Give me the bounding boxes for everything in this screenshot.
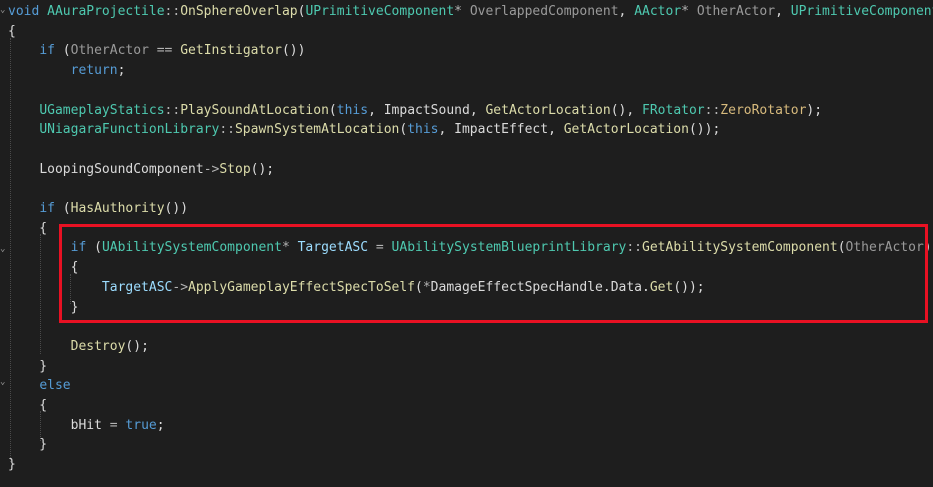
code-token: ()); — [688, 122, 721, 138]
code-token: GetActorLocation — [563, 122, 689, 138]
code-line[interactable]: UNiagaraFunctionLibrary::SpawnSystemAtLo… — [8, 120, 720, 140]
code-token: UNiagaraFunctionLibrary — [39, 122, 220, 138]
code-token: , — [775, 4, 791, 19]
code-token: } — [8, 437, 48, 453]
code-token: LoopingSoundComponent — [39, 161, 204, 177]
code-token: { — [8, 220, 48, 236]
code-line[interactable]: UGameplayStatics::PlaySoundAtLocation(th… — [8, 101, 822, 121]
code-line[interactable]: if (HasAuthority()) — [8, 199, 188, 219]
code-token: AAuraProjectile — [47, 4, 165, 19]
code-token: PlaySoundAtLocation — [180, 102, 329, 118]
code-token: SpawnSystemAtLocation — [234, 122, 400, 138]
code-token: } — [8, 358, 48, 374]
code-editor[interactable]: ⌄ ⌄ ⌄ void AAuraProjectile::OnSphereOver… — [0, 0, 933, 487]
code-token: true — [125, 417, 157, 433]
code-line[interactable]: else — [8, 376, 71, 396]
code-token: :: — [704, 102, 721, 118]
code-token: ( — [399, 122, 408, 138]
code-line[interactable]: } — [8, 435, 47, 455]
code-line[interactable]: { — [8, 396, 47, 416]
code-line[interactable]: { — [8, 219, 47, 239]
code-token: UGameplayStatics — [39, 102, 165, 118]
highlight-box — [59, 224, 928, 323]
fold-collapse-icon[interactable]: ⌄ — [0, 377, 6, 387]
fold-collapse-icon[interactable]: ⌄ — [0, 244, 6, 254]
code-token: == — [148, 43, 181, 59]
code-token: { — [8, 398, 48, 413]
code-line[interactable]: bHit = true; — [8, 416, 165, 436]
code-token: , — [368, 102, 384, 118]
code-line[interactable]: LoopingSoundComponent->Stop(); — [8, 160, 274, 180]
code-token: (), — [610, 102, 643, 118]
code-line[interactable]: } — [8, 357, 47, 377]
code-token: * — [681, 4, 697, 19]
code-token: return — [70, 63, 118, 79]
code-token: = — [101, 417, 126, 433]
code-token: (); — [250, 161, 275, 177]
code-token: ImpactEffect — [454, 122, 549, 138]
code-token: OtherActor — [70, 43, 149, 59]
fold-collapse-icon[interactable]: ⌄ — [0, 5, 6, 15]
code-token: if — [39, 43, 63, 59]
code-token: else — [39, 378, 71, 394]
code-token: OtherActor — [696, 4, 776, 19]
code-line[interactable]: { — [8, 22, 16, 42]
code-token: ; — [156, 417, 165, 433]
code-token: GetInstigator — [180, 43, 282, 59]
code-token: UPrimitiveComponent — [790, 4, 933, 19]
code-token: , — [438, 122, 455, 138]
code-token: ImpactSound — [383, 102, 470, 118]
code-token: :: — [164, 4, 181, 19]
code-token: ); — [806, 102, 823, 118]
code-token: OnSphereOverlap — [180, 4, 298, 19]
code-token: (); — [125, 338, 149, 354]
code-token: GetActorLocation — [485, 102, 611, 118]
code-line[interactable]: void AAuraProjectile::OnSphereOverlap(UP… — [8, 2, 933, 22]
code-token: :: — [164, 102, 181, 118]
code-token: -> — [203, 161, 220, 177]
code-token: OverlappedComponent — [469, 4, 619, 19]
code-line[interactable]: if (OtherActor == GetInstigator()) — [8, 41, 305, 61]
code-token: ( — [62, 201, 71, 216]
code-token: Destroy — [70, 338, 126, 354]
code-token: AActor — [634, 4, 682, 19]
code-token: ZeroRotator — [720, 102, 807, 118]
code-token: ; — [117, 63, 126, 79]
code-token: , — [548, 122, 564, 138]
code-line[interactable]: } — [8, 455, 16, 475]
code-token: this — [336, 102, 369, 118]
code-token: HasAuthority — [70, 201, 165, 216]
code-token: :: — [219, 122, 235, 138]
code-token: UPrimitiveComponent — [305, 4, 455, 19]
code-token: ()) — [281, 43, 306, 59]
code-token: ()) — [164, 201, 189, 216]
code-token: * — [454, 4, 470, 19]
code-token: ( — [328, 102, 337, 118]
code-token: , — [618, 4, 635, 19]
code-token: void — [8, 4, 48, 19]
code-token: ( — [62, 43, 71, 59]
code-token: Stop — [219, 161, 251, 177]
code-token: , — [469, 102, 486, 118]
code-token: FRotator — [642, 102, 705, 118]
code-token: } — [8, 457, 16, 473]
code-token: if — [39, 201, 63, 216]
code-token: this — [407, 122, 439, 138]
code-token: bHit — [70, 417, 102, 433]
code-token: { — [8, 23, 16, 39]
code-line[interactable]: return; — [8, 61, 126, 81]
code-line[interactable]: Destroy(); — [8, 337, 149, 357]
